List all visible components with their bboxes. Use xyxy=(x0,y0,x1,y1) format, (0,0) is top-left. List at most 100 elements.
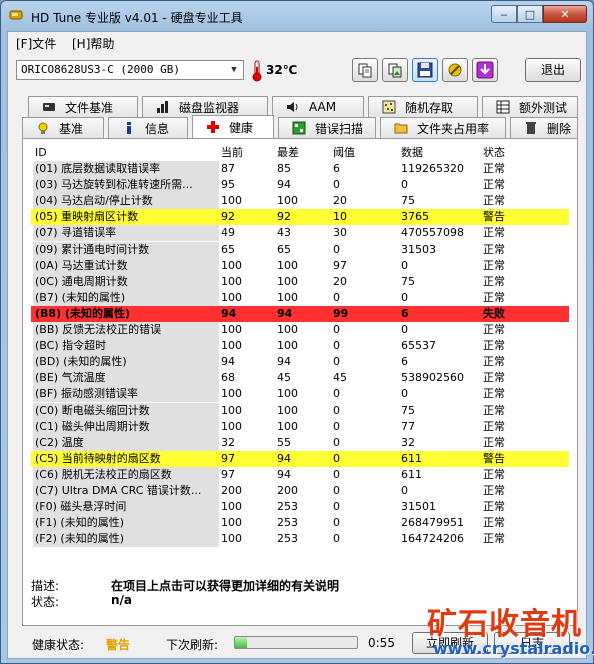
column-threshold[interactable]: 阈值 xyxy=(333,145,355,161)
close-button[interactable]: ✕ xyxy=(543,5,587,23)
health-panel: ID 当前 最差 阈值 数据 状态 (01) 底层数据读取错误率 87 85 6 119… xyxy=(22,138,578,626)
floppy-icon xyxy=(417,62,433,78)
tab-folder-usage[interactable]: 文件夹占用率 xyxy=(380,117,506,138)
cell-status: 正常 xyxy=(483,484,505,497)
menu-help[interactable]: [H]帮助 xyxy=(72,35,114,52)
table-row[interactable]: (BB) 反馈无法校正的错误 100 100 0 0 正常 xyxy=(31,322,569,338)
column-status[interactable]: 状态 xyxy=(483,145,505,161)
cell-current: 94 xyxy=(221,355,235,369)
cell-id: (BD) (未知的属性) xyxy=(33,354,219,371)
table-row[interactable]: (04) 马达启动/停止计数 100 100 20 75 正常 xyxy=(31,193,569,210)
cell-id: (05) 重映射扇区计数 xyxy=(33,209,219,226)
tab-label: 信息 xyxy=(145,121,170,136)
tab-info[interactable]: 信息 xyxy=(108,117,188,138)
options-button[interactable] xyxy=(442,58,468,82)
cell-threshold: 0 xyxy=(333,355,340,369)
table-row[interactable]: (C2) 温度 32 55 0 32 正常 xyxy=(31,434,569,451)
cell-status: 警告 xyxy=(483,451,505,465)
cell-current: 94 xyxy=(221,306,237,320)
cell-data: 164724206 xyxy=(401,532,464,546)
cell-status: 正常 xyxy=(483,162,505,175)
title-bar[interactable]: HD Tune 专业版 v4.01 - 硬盘专业工具 ‒ □ ✕ xyxy=(1,1,593,31)
column-data[interactable]: 数据 xyxy=(401,145,423,161)
copy-text-button[interactable] xyxy=(352,58,378,82)
column-worst[interactable]: 最差 xyxy=(277,145,299,161)
table-row[interactable]: (C6) 脱机无法校正的扇区数 97 94 0 611 正常 xyxy=(31,466,569,483)
save-button[interactable] xyxy=(412,58,438,82)
column-current[interactable]: 当前 xyxy=(221,145,243,161)
cell-current: 87 xyxy=(221,162,235,175)
maximize-button[interactable]: □ xyxy=(517,5,543,23)
table-row[interactable]: (C0) 断电磁头缩回计数 100 100 0 75 正常 xyxy=(31,402,569,419)
tab-health[interactable]: 健康 xyxy=(192,115,274,138)
table-row[interactable]: (BF) 振动感测错误率 100 100 0 0 正常 xyxy=(31,386,569,403)
table-row[interactable]: (F0) 磁头悬浮时间 100 253 0 31501 正常 xyxy=(31,499,569,516)
minimize-button[interactable]: ‒ xyxy=(491,5,517,23)
tab-extra-tests[interactable]: 额外测试 xyxy=(482,96,578,117)
cell-data: 6 xyxy=(401,306,409,320)
cell-status: 正常 xyxy=(483,403,505,417)
tab-disk-monitor[interactable]: 磁盘监视器 xyxy=(142,96,268,117)
tab-label: 健康 xyxy=(229,120,254,135)
table-row[interactable]: (09) 累计通电时间计数 65 65 0 31503 正常 xyxy=(31,241,569,258)
table-row[interactable]: (07) 寻道错误率 49 43 30 470557098 正常 xyxy=(31,225,569,242)
table-row[interactable]: (F1) (未知的属性) 100 253 0 268479951 正常 xyxy=(31,515,569,532)
tab-label: AAM xyxy=(309,100,337,114)
table-row[interactable]: (C7) Ultra DMA CRC 错误计数... 200 200 0 0 正常 xyxy=(31,483,569,499)
table-row[interactable]: (BC) 指令超时 100 100 0 65537 正常 xyxy=(31,338,569,355)
cell-worst: 253 xyxy=(277,500,298,514)
drive-select[interactable]: ORICO8628US3-C (2000 GB) ▼ xyxy=(16,60,244,80)
cell-status: 失败 xyxy=(483,306,505,320)
tab-file-benchmark[interactable]: 文件基准 xyxy=(28,96,138,117)
cell-worst: 94 xyxy=(277,451,291,465)
cell-current: 200 xyxy=(221,484,242,497)
download-button[interactable] xyxy=(472,58,498,82)
tab-random-access[interactable]: 随机存取 xyxy=(368,96,478,117)
cell-worst: 200 xyxy=(277,484,298,497)
smart-table: ID 当前 最差 阈值 数据 状态 (01) 底层数据读取错误率 87 85 6 119… xyxy=(31,145,569,555)
cell-threshold: 0 xyxy=(333,323,340,336)
chart-icon xyxy=(155,99,171,115)
disk-icon xyxy=(41,99,57,115)
copy-screenshot-button[interactable] xyxy=(382,58,408,82)
tab-aam[interactable]: AAM xyxy=(272,96,364,117)
tab-error-scan[interactable]: 错误扫描 xyxy=(278,117,376,138)
table-row[interactable]: (0A) 马达重试计数 100 100 97 0 正常 xyxy=(31,257,569,274)
table-row[interactable]: (BD) (未知的属性) 94 94 0 6 正常 xyxy=(31,354,569,371)
cell-id: (09) 累计通电时间计数 xyxy=(33,241,219,258)
tab-erase[interactable]: 删除 xyxy=(510,117,578,138)
cell-current: 100 xyxy=(221,323,242,336)
cell-status: 正常 xyxy=(483,258,505,272)
cell-threshold: 0 xyxy=(333,484,340,497)
cell-id: (01) 底层数据读取错误率 xyxy=(33,161,219,177)
exit-button[interactable]: 退出 xyxy=(525,58,581,82)
description-value: 在项目上点击可以获得更加详细的有关说明 xyxy=(111,579,340,593)
table-row[interactable]: (B8) (未知的属性) 94 94 99 6 失败 xyxy=(31,305,569,322)
column-id[interactable]: ID xyxy=(33,145,219,161)
table-row[interactable]: (F2) (未知的属性) 100 253 0 164724206 正常 xyxy=(31,531,569,548)
drive-select-value: ORICO8628US3-C (2000 GB) xyxy=(21,63,180,76)
table-row[interactable]: (03) 马达旋转到标准转速所需... 95 94 0 0 正常 xyxy=(31,177,569,194)
cell-status: 正常 xyxy=(483,355,505,369)
cell-worst: 94 xyxy=(277,306,293,320)
table-row[interactable]: (05) 重映射扇区计数 92 92 10 3765 警告 xyxy=(31,209,569,226)
refresh-progress-fill xyxy=(235,637,248,648)
table-row[interactable]: (BE) 气流温度 68 45 45 538902560 正常 xyxy=(31,370,569,387)
cell-worst: 43 xyxy=(277,226,291,240)
table-row[interactable]: (B7) (未知的属性) 100 100 0 0 正常 xyxy=(31,289,569,306)
table-row[interactable]: (C5) 当前待映射的扇区数 97 94 0 611 警告 xyxy=(31,450,569,467)
cross-icon xyxy=(205,119,221,135)
cell-worst: 100 xyxy=(277,339,298,353)
table-row[interactable]: (0C) 通电周期计数 100 100 20 75 正常 xyxy=(31,273,569,290)
cell-current: 32 xyxy=(221,435,235,449)
cell-id: (F0) 磁头悬浮时间 xyxy=(33,499,219,516)
tab-benchmark[interactable]: 基准 xyxy=(22,117,104,138)
table-row[interactable]: (C1) 磁头伸出周期计数 100 100 0 77 正常 xyxy=(31,418,569,435)
table-row[interactable]: (01) 底层数据读取错误率 87 85 6 119265320 正常 xyxy=(31,161,569,177)
cell-data: 75 xyxy=(401,403,415,417)
tab-row-top: 文件基准 磁盘监视器 AAM 随机存取 额外测试 xyxy=(22,96,578,117)
cell-id: (B8) (未知的属性) xyxy=(33,305,219,322)
cell-current: 97 xyxy=(221,451,235,465)
menu-file[interactable]: [F]文件 xyxy=(16,35,56,52)
tab-row-bottom: 基准 信息 健康 错误扫描 文件夹占用率 删除 xyxy=(22,115,578,138)
